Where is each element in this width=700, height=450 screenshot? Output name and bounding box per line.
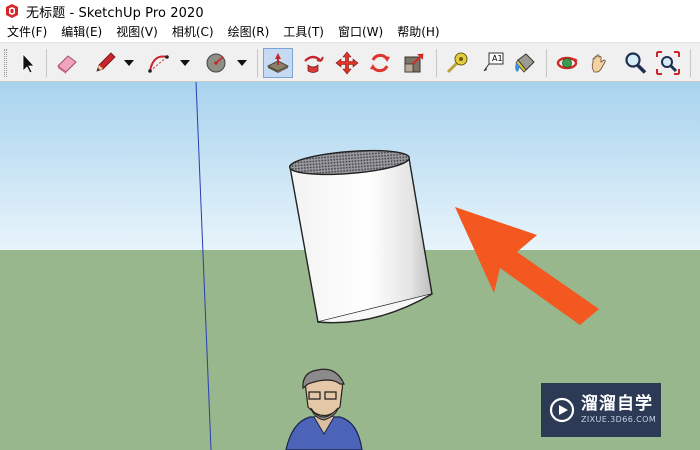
menu-view[interactable]: 视图(V) bbox=[109, 22, 165, 42]
window-title: 无标题 - SketchUp Pro 2020 bbox=[26, 5, 204, 21]
select-arrow-icon bbox=[22, 52, 35, 74]
shape-tool-button[interactable] bbox=[201, 48, 231, 78]
watermark-url: ZIXUE.3D66.COM bbox=[581, 415, 657, 424]
push-pull-tool-button[interactable] bbox=[263, 48, 293, 78]
select-tool-button[interactable] bbox=[12, 48, 42, 78]
pan-icon bbox=[591, 54, 606, 73]
move-icon bbox=[335, 51, 359, 75]
text-tool-button[interactable]: A1 bbox=[477, 48, 507, 78]
play-logo-icon bbox=[549, 397, 575, 423]
zoom-icon bbox=[625, 52, 647, 74]
orbit-tool-button[interactable] bbox=[552, 48, 582, 78]
chevron-down-icon bbox=[237, 60, 247, 66]
zoom-extents-tool-button[interactable] bbox=[653, 48, 683, 78]
title-bar: 无标题 - SketchUp Pro 2020 bbox=[0, 0, 700, 22]
text-tool-label: A1 bbox=[492, 54, 503, 63]
menu-window[interactable]: 窗口(W) bbox=[331, 22, 390, 42]
toolbar-grip[interactable] bbox=[4, 49, 7, 77]
toolbar-separator bbox=[690, 49, 691, 77]
menu-camera[interactable]: 相机(C) bbox=[165, 22, 221, 42]
line-tool-dropdown[interactable] bbox=[122, 55, 136, 71]
scale-icon bbox=[404, 53, 424, 73]
arc-icon bbox=[148, 55, 169, 73]
tape-measure-tool-button[interactable] bbox=[442, 48, 472, 78]
chevron-down-icon bbox=[124, 60, 134, 66]
zoom-extents-icon bbox=[656, 51, 680, 75]
toolbar-separator bbox=[436, 49, 437, 77]
zoom-tool-button[interactable] bbox=[620, 48, 650, 78]
menu-help[interactable]: 帮助(H) bbox=[390, 22, 446, 42]
toolbar-separator bbox=[546, 49, 547, 77]
menu-draw[interactable]: 绘图(R) bbox=[221, 22, 277, 42]
scale-tool-button[interactable] bbox=[399, 48, 429, 78]
eraser-icon bbox=[57, 55, 77, 74]
rotate-icon bbox=[370, 53, 390, 73]
orbit-icon bbox=[556, 56, 578, 70]
shape-tool-dropdown[interactable] bbox=[235, 55, 249, 71]
chevron-down-icon bbox=[180, 60, 190, 66]
eraser-tool-button[interactable] bbox=[52, 48, 82, 78]
follow-me-tool-button[interactable] bbox=[298, 48, 328, 78]
follow-me-icon bbox=[304, 55, 324, 73]
main-toolbar: A1 bbox=[0, 42, 700, 82]
tape-measure-icon bbox=[446, 52, 468, 74]
menu-file[interactable]: 文件(F) bbox=[0, 22, 54, 42]
menu-edit[interactable]: 编辑(E) bbox=[54, 22, 109, 42]
rotate-tool-button[interactable] bbox=[365, 48, 395, 78]
paint-bucket-icon bbox=[515, 53, 535, 73]
sketchup-logo-icon bbox=[6, 4, 18, 18]
pencil-line-icon bbox=[96, 52, 116, 72]
menu-bar: 文件(F) 编辑(E) 视图(V) 相机(C) 绘图(R) 工具(T) 窗口(W… bbox=[0, 22, 700, 42]
paint-bucket-tool-button[interactable] bbox=[510, 48, 540, 78]
watermark-brand: 溜溜自学 bbox=[581, 394, 653, 414]
toolbar-separator bbox=[257, 49, 258, 77]
arc-tool-button[interactable] bbox=[144, 48, 174, 78]
move-tool-button[interactable] bbox=[332, 48, 362, 78]
push-pull-icon bbox=[267, 53, 289, 73]
menu-tools[interactable]: 工具(T) bbox=[276, 22, 331, 42]
shape-icon bbox=[206, 53, 226, 73]
line-tool-button[interactable] bbox=[90, 48, 120, 78]
pan-tool-button[interactable] bbox=[585, 48, 615, 78]
watermark-badge: 溜溜自学 ZIXUE.3D66.COM bbox=[541, 383, 661, 437]
toolbar-separator bbox=[46, 49, 47, 77]
arc-tool-dropdown[interactable] bbox=[178, 55, 192, 71]
